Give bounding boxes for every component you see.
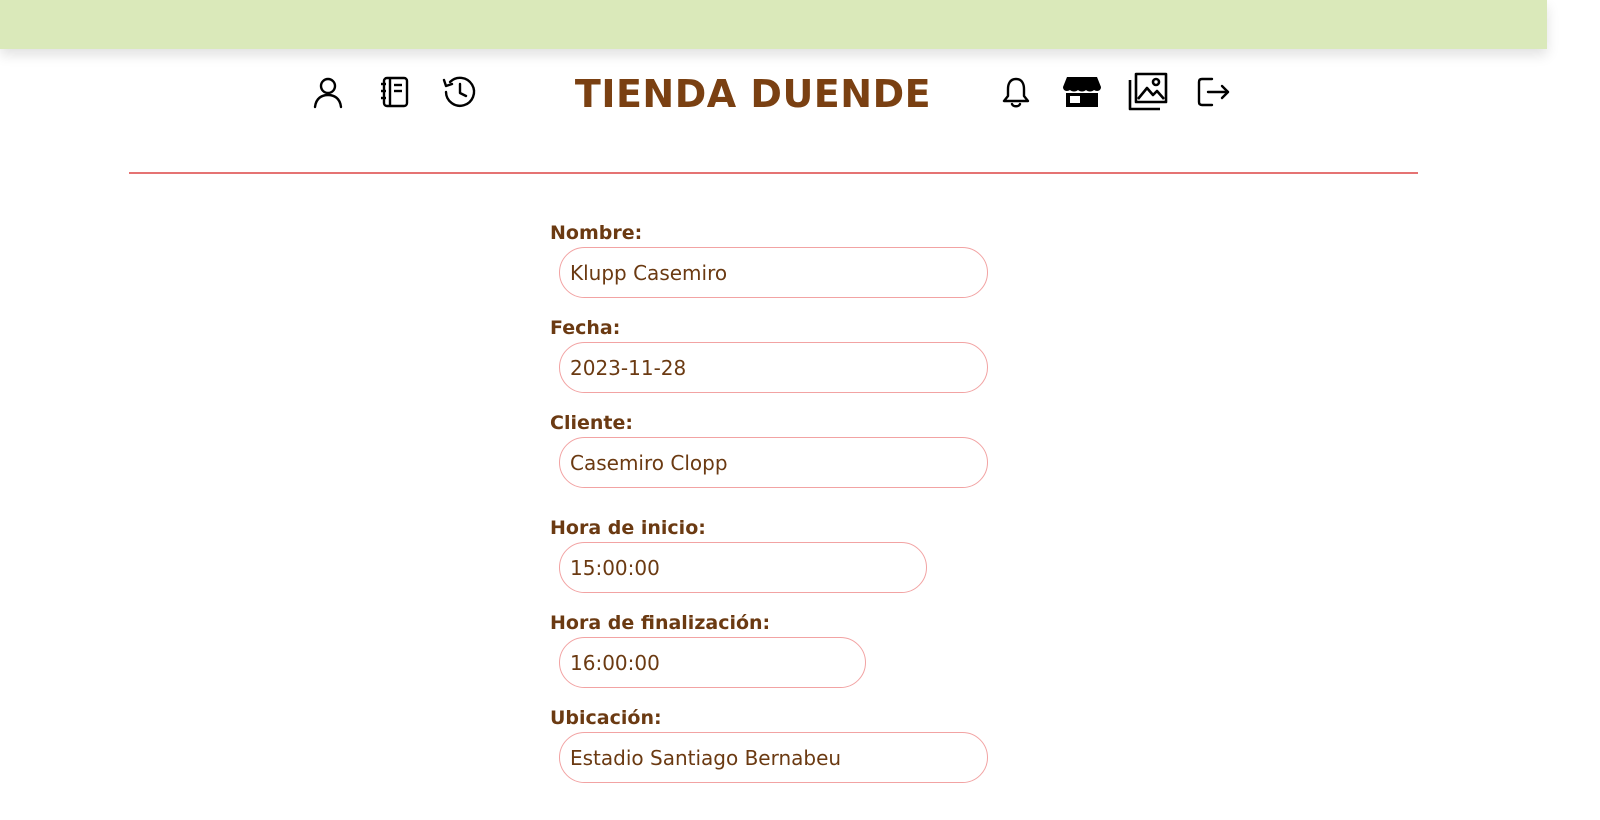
- hora-fin-input[interactable]: [559, 637, 866, 688]
- fecha-input[interactable]: [559, 342, 988, 393]
- cliente-label: Cliente:: [550, 412, 633, 434]
- ubicacion-label: Ubicación:: [550, 707, 662, 729]
- hora-inicio-input[interactable]: [559, 542, 927, 593]
- ubicacion-input[interactable]: [559, 732, 988, 783]
- history-icon[interactable]: [441, 74, 479, 110]
- nombre-label: Nombre:: [550, 222, 643, 244]
- logout-icon[interactable]: [1196, 74, 1232, 110]
- store-icon[interactable]: [1061, 74, 1103, 110]
- header-divider: [129, 172, 1418, 174]
- nombre-input[interactable]: [559, 247, 988, 298]
- cliente-input[interactable]: [559, 437, 988, 488]
- top-bar: [0, 0, 1547, 49]
- user-icon[interactable]: [311, 75, 345, 109]
- hora-inicio-label: Hora de inicio:: [550, 517, 706, 539]
- fecha-label: Fecha:: [550, 317, 621, 339]
- hora-fin-label: Hora de finalización:: [550, 612, 771, 634]
- gallery-icon[interactable]: [1128, 72, 1168, 112]
- bell-icon[interactable]: [1000, 75, 1032, 109]
- notebook-icon[interactable]: [379, 75, 411, 109]
- page-title: TIENDA DUENDE: [574, 72, 932, 116]
